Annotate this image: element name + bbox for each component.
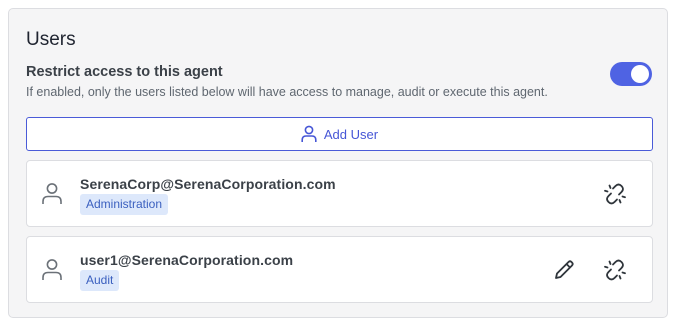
add-user-label: Add User [323,126,379,142]
unlink-icon[interactable] [602,257,628,283]
unlink-icon[interactable] [602,181,628,207]
restrict-access-label: Restrict access to this agent [26,64,223,80]
role-badge: Administration [80,194,169,215]
role-badge: Audit [80,270,120,291]
pencil-icon[interactable] [551,257,577,283]
user-card: user1@SerenaCorporation.com Audit [26,236,653,303]
add-user-button[interactable]: Add User [26,117,653,151]
restrict-access-description: If enabled, only the users listed below … [26,85,548,99]
user-email: user1@SerenaCorporation.com [80,252,294,268]
user-avatar-icon [41,258,63,282]
users-panel: Users Restrict access to this agent If e… [8,8,668,318]
user-icon [301,125,317,143]
toggle-knob [631,65,649,83]
section-title: Users [26,29,76,50]
restrict-access-toggle[interactable] [610,62,652,86]
user-email: SerenaCorp@SerenaCorporation.com [80,176,336,192]
user-avatar-icon [41,182,63,206]
user-card: SerenaCorp@SerenaCorporation.com Adminis… [26,160,653,227]
